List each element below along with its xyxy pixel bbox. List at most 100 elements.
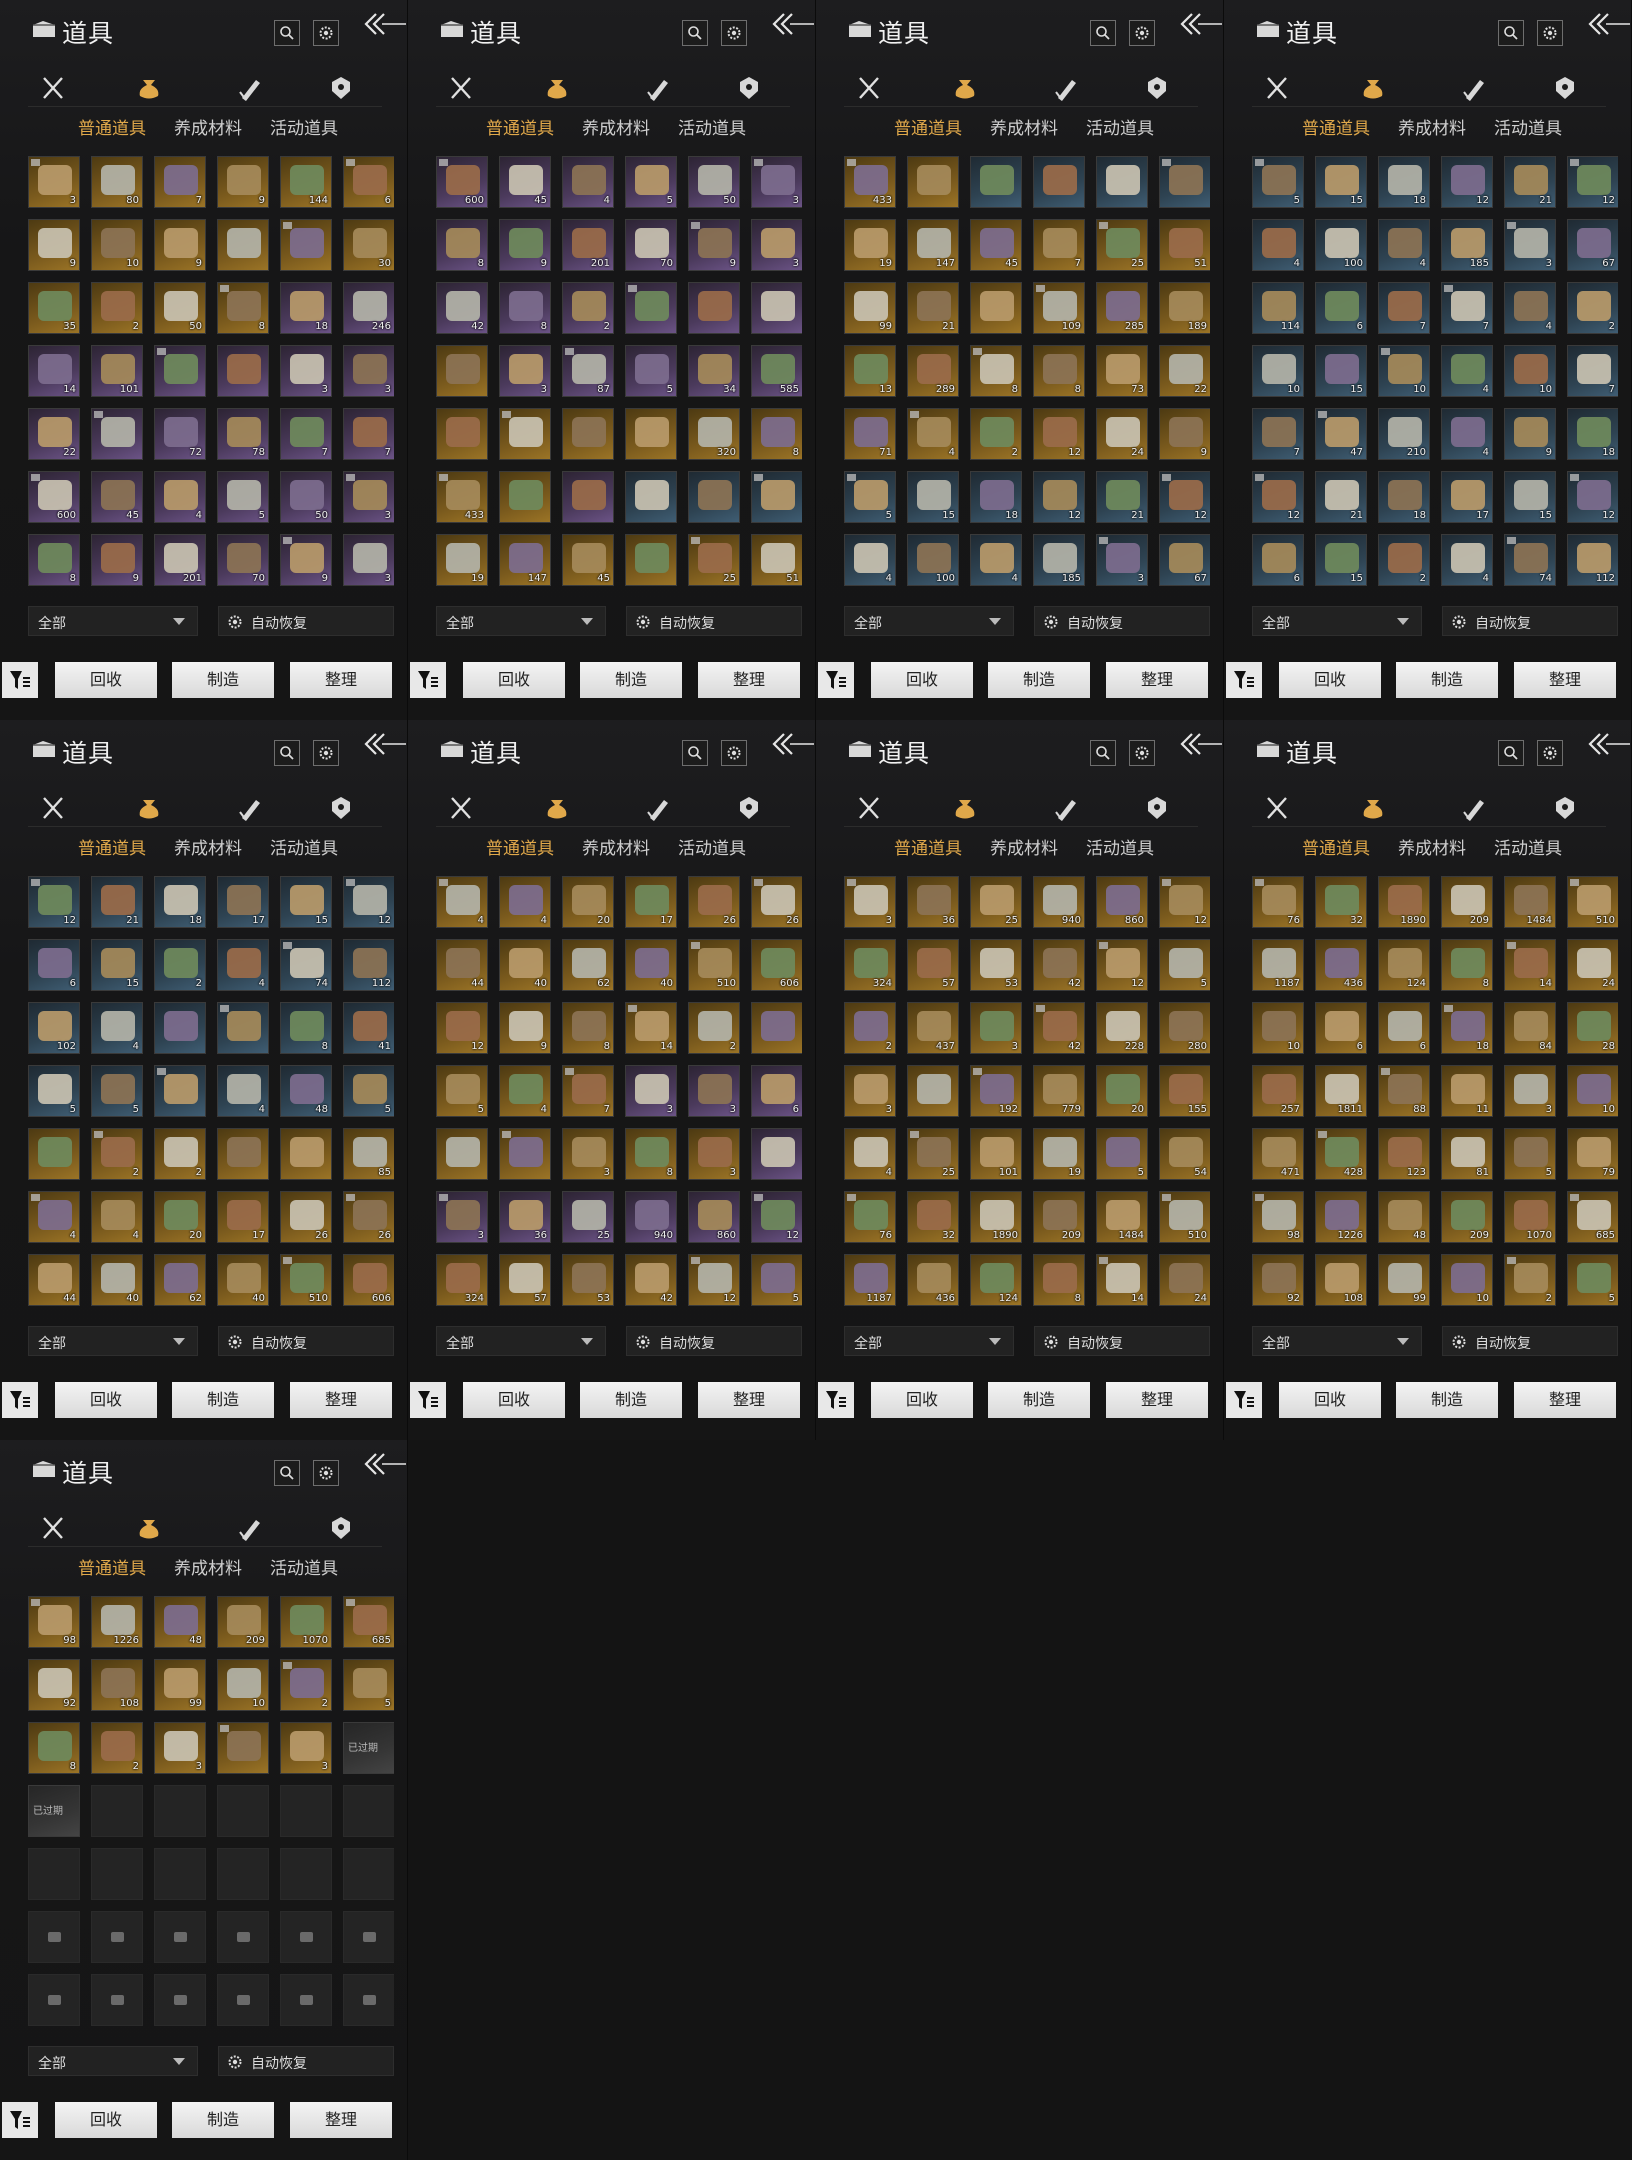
subtab-event-items[interactable]: 活动道具 [678,114,746,139]
item-slot[interactable] [217,1002,269,1054]
item-slot[interactable]: 228 [1096,1002,1148,1054]
item-slot[interactable]: 4 [499,1065,551,1117]
item-slot[interactable]: 50 [280,471,332,523]
category-tab-items[interactable] [542,794,572,822]
category-tab-badges[interactable] [326,74,356,102]
item-slot[interactable]: 101 [91,345,143,397]
item-slot[interactable]: 42 [1033,939,1085,991]
subtab-cultivation-materials[interactable]: 养成材料 [174,1554,242,1579]
item-slot[interactable]: 99 [1378,1254,1430,1306]
category-tab-items[interactable] [950,794,980,822]
item-slot[interactable]: 3 [562,1128,614,1180]
item-slot[interactable]: 5 [844,471,896,523]
category-tab-equipment[interactable] [38,74,68,102]
category-tab-items[interactable] [134,74,164,102]
item-slot[interactable]: 2 [91,1722,143,1774]
item-slot[interactable]: 44 [436,939,488,991]
item-slot[interactable]: 10 [1567,1065,1618,1117]
item-slot[interactable]: 79 [1567,1128,1618,1180]
auto-restore-toggle[interactable]: 自动恢复 [218,2046,394,2076]
item-slot[interactable]: 860 [1096,876,1148,928]
subtab-event-items[interactable]: 活动道具 [1494,114,1562,139]
item-slot[interactable]: 8 [436,219,488,271]
item-slot[interactable]: 7 [1441,282,1493,334]
item-slot[interactable]: 21 [1315,471,1367,523]
item-slot[interactable]: 47 [1315,408,1367,460]
item-slot[interactable]: 3 [343,534,394,586]
item-slot[interactable]: 185 [1033,534,1085,586]
item-slot[interactable]: 3 [751,156,802,208]
item-slot[interactable]: 185 [1441,219,1493,271]
item-slot[interactable]: 144 [280,156,332,208]
item-slot[interactable]: 7 [280,408,332,460]
item-slot[interactable] [625,471,677,523]
item-slot[interactable]: 5 [625,345,677,397]
back-arrows-icon[interactable] [1586,730,1632,762]
item-slot[interactable]: 606 [343,1254,394,1306]
item-slot[interactable]: 2 [688,1002,740,1054]
item-slot[interactable]: 7 [562,1065,614,1117]
category-tab-badges[interactable] [1550,74,1580,102]
item-slot[interactable]: 3 [343,471,394,523]
subtab-normal-items[interactable]: 普通道具 [1302,114,1370,139]
subtab-cultivation-materials[interactable]: 养成材料 [990,834,1058,859]
settings-button[interactable] [721,20,747,46]
item-slot[interactable]: 74 [280,939,332,991]
category-tab-scrolls[interactable] [234,1514,264,1542]
item-slot[interactable]: 8 [562,1002,614,1054]
item-slot[interactable]: 71 [844,408,896,460]
settings-button[interactable] [1537,740,1563,766]
item-slot[interactable]: 9 [1504,408,1556,460]
item-slot[interactable]: 48 [154,1596,206,1648]
filter-dropdown[interactable]: 全部 [844,606,1014,636]
item-slot[interactable]: 12 [688,1254,740,1306]
item-slot[interactable]: 6 [1315,1002,1367,1054]
item-slot[interactable]: 320 [688,408,740,460]
item-slot[interactable]: 585 [751,345,802,397]
item-slot[interactable]: 108 [1315,1254,1367,1306]
craft-button[interactable]: 制造 [580,1382,682,1418]
item-slot[interactable]: 18 [1378,471,1430,523]
item-slot[interactable]: 40 [217,1254,269,1306]
item-slot[interactable]: 67 [1567,219,1618,271]
search-button[interactable] [682,740,708,766]
settings-button[interactable] [313,1460,339,1486]
item-slot[interactable]: 433 [844,156,896,208]
sort-button[interactable]: 整理 [290,662,392,698]
item-slot[interactable]: 13 [844,345,896,397]
item-slot[interactable]: 7 [1378,282,1430,334]
filter-dropdown[interactable]: 全部 [1252,606,1422,636]
item-slot[interactable] [28,1128,80,1180]
item-slot[interactable]: 10 [1252,1002,1304,1054]
back-arrows-icon[interactable] [362,730,408,762]
item-slot[interactable]: 26 [688,876,740,928]
item-slot[interactable]: 18 [1441,1002,1493,1054]
item-slot[interactable]: 471 [1252,1128,1304,1180]
recycle-button[interactable]: 回收 [55,662,157,698]
item-slot[interactable]: 88 [1378,1065,1430,1117]
item-slot[interactable]: 78 [217,408,269,460]
item-slot[interactable]: 17 [217,876,269,928]
item-slot[interactable]: 285 [1096,282,1148,334]
item-slot[interactable] [154,1002,206,1054]
settings-button[interactable] [313,740,339,766]
back-arrows-icon[interactable] [770,730,816,762]
item-slot[interactable]: 74 [1504,534,1556,586]
item-slot[interactable]: 17 [1441,471,1493,523]
subtab-event-items[interactable]: 活动道具 [1494,834,1562,859]
item-slot[interactable] [154,345,206,397]
item-slot[interactable]: 25 [1096,219,1148,271]
search-button[interactable] [1090,20,1116,46]
item-slot[interactable]: 36 [907,876,959,928]
item-slot[interactable] [436,1128,488,1180]
item-slot[interactable]: 100 [1315,219,1367,271]
auto-restore-toggle[interactable]: 自动恢复 [1034,606,1210,636]
item-slot[interactable] [688,282,740,334]
item-slot[interactable] [1033,156,1085,208]
item-slot[interactable]: 8 [1033,345,1085,397]
item-slot[interactable]: 3 [499,345,551,397]
item-slot[interactable]: 19 [844,219,896,271]
item-slot[interactable]: 109 [1033,282,1085,334]
item-slot[interactable]: 18 [1378,156,1430,208]
item-slot[interactable]: 14 [625,1002,677,1054]
